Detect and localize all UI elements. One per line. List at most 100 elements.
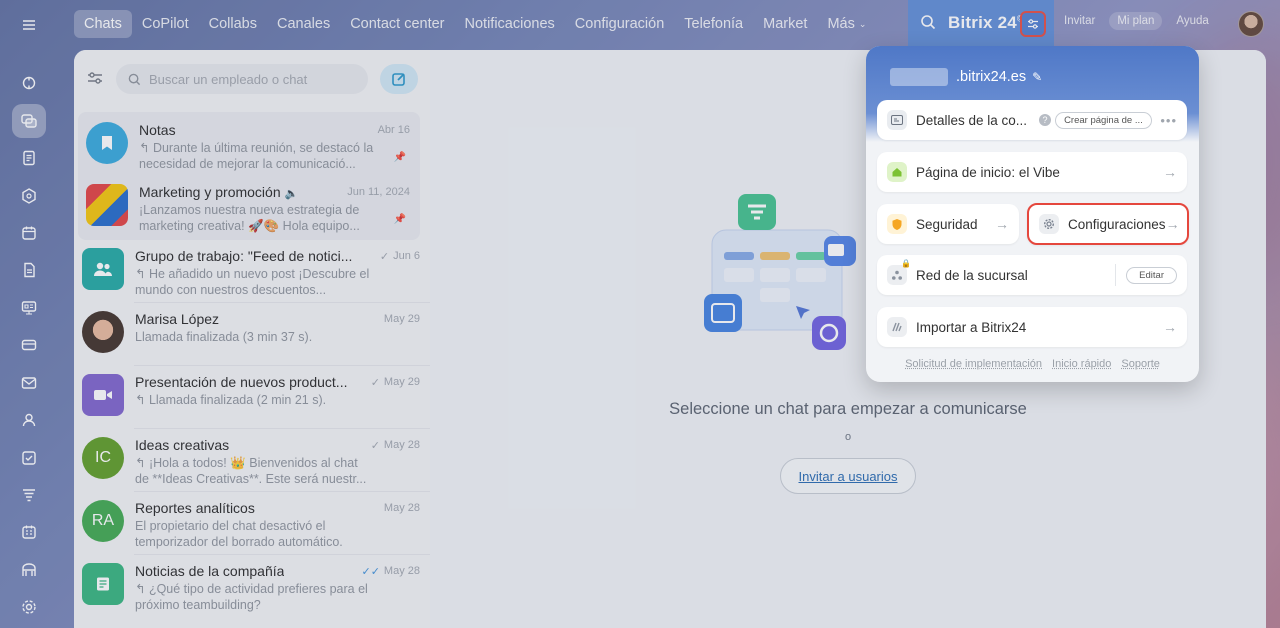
menu-icon[interactable]	[12, 8, 46, 42]
documents-icon[interactable]	[12, 141, 46, 175]
double-check-icon: ✓✓	[361, 565, 379, 578]
invite-link[interactable]: Invitar	[1056, 12, 1103, 30]
chat-name: Reportes analíticos	[135, 500, 255, 516]
top-right-links: Invitar Mi plan Ayuda	[1056, 12, 1217, 30]
chat-name: Ideas creativas	[135, 437, 229, 453]
nav-telefonia[interactable]: Telefonía	[674, 10, 753, 38]
chat-name: Noticias de la compañía	[135, 563, 284, 579]
compose-button[interactable]	[380, 64, 418, 94]
nav-chats[interactable]: Chats	[74, 10, 132, 38]
chat-date-text: May 28	[384, 565, 420, 577]
employees-icon[interactable]	[12, 403, 46, 437]
support-link[interactable]: Soporte	[1121, 358, 1160, 370]
user-avatar[interactable]	[1238, 11, 1264, 37]
portal-domain: .bitrix24.es	[956, 69, 1026, 85]
chat-date: Abr 16	[378, 124, 410, 136]
mute-icon: 🔈	[285, 188, 299, 200]
check-icon: ✓	[371, 376, 380, 389]
arrow-right-icon: →	[1163, 164, 1177, 180]
chat-name: Marketing y promoción 🔈	[139, 184, 298, 200]
nav-canales[interactable]: Canales	[267, 10, 340, 38]
chat-preview: ↰ Llamada finalizada (2 min 21 s).	[135, 392, 375, 424]
feed-icon[interactable]	[12, 66, 46, 100]
pinned-chats: Notas Abr 16 ↰ Durante la última reunión,…	[78, 112, 420, 240]
chat-preview: El propietario del chat desactivó el tem…	[135, 518, 375, 550]
home-icon	[887, 162, 907, 182]
store-icon[interactable]	[12, 553, 46, 587]
nav-more[interactable]: Más ⌄	[817, 10, 876, 38]
search-box[interactable]	[116, 64, 368, 94]
portal-name-redacted	[890, 68, 948, 86]
search-input[interactable]	[149, 72, 349, 87]
help-icon[interactable]: ?	[1039, 114, 1051, 126]
funnel-icon[interactable]	[12, 478, 46, 512]
portal-settings-button[interactable]	[1020, 11, 1046, 37]
file-icon[interactable]	[12, 253, 46, 287]
filter-icon[interactable]	[86, 69, 104, 90]
schedule-icon[interactable]	[12, 515, 46, 549]
nav-notificaciones[interactable]: Notificaciones	[455, 10, 565, 38]
settings-card[interactable]: Configuraciones →	[1027, 203, 1189, 245]
implementation-request-link[interactable]: Solicitud de implementación	[905, 358, 1042, 370]
branch-network-card[interactable]: 🔒 Red de la sucursal Editar	[877, 255, 1187, 295]
chat-row[interactable]: Marketing y promoción 🔈 Jun 11, 2024 ¡Lan…	[78, 176, 420, 238]
chat-row[interactable]: Marisa López May 29 Llamada finalizada (3…	[74, 303, 430, 365]
initials-avatar: RA	[82, 500, 124, 542]
chat-row[interactable]: Notas Abr 16 ↰ Durante la última reunión,…	[78, 114, 420, 176]
brand-logo[interactable]: Bitrix 24©	[948, 13, 1024, 33]
chat-date: ✓ May 29	[371, 376, 420, 389]
chat-row[interactable]: IC Ideas creativas ✓ May 28 ↰ ¡Hola a todo…	[74, 429, 430, 491]
chat-row[interactable]: Presentación de nuevos product... ✓ May 29…	[74, 366, 430, 428]
mail-icon[interactable]	[12, 366, 46, 400]
board-icon[interactable]	[12, 291, 46, 325]
chat-date-text: May 29	[384, 376, 420, 388]
id-card-icon	[887, 110, 907, 130]
check-icon: ✓	[371, 439, 380, 452]
user-photo	[82, 311, 124, 353]
chats-icon[interactable]	[12, 104, 46, 138]
company-details-card[interactable]: Detalles de la co... ? Crear página de .…	[877, 100, 1187, 140]
chat-name: Notas	[139, 122, 176, 138]
tasks-icon[interactable]	[12, 441, 46, 475]
chat-date: Jun 11, 2024	[347, 186, 410, 198]
card-icon[interactable]	[12, 328, 46, 362]
pencil-icon[interactable]: ✎	[1032, 70, 1042, 84]
quick-start-link[interactable]: Inicio rápido	[1052, 358, 1111, 370]
chat-row[interactable]: Grupo de trabajo: "Feed de notici... ✓ Jun…	[74, 240, 430, 302]
empty-state-or: o	[430, 431, 1266, 443]
crm-icon[interactable]	[12, 179, 46, 213]
nav-market[interactable]: Market	[753, 10, 817, 38]
separator	[1115, 264, 1116, 286]
arrow-right-icon: →	[1166, 216, 1180, 232]
marketing-avatar	[86, 184, 128, 226]
my-plan-link[interactable]: Mi plan	[1109, 12, 1162, 30]
portal-settings-popup: .bitrix24.es ✎ Detalles de la co... ? Cr…	[866, 46, 1199, 382]
nav-collabs[interactable]: Collabs	[199, 10, 267, 38]
left-rail	[0, 0, 58, 628]
import-card[interactable]: Importar a Bitrix24 →	[877, 307, 1187, 347]
nav-contact-center[interactable]: Contact center	[340, 10, 454, 38]
nav-configuracion[interactable]: Configuración	[565, 10, 674, 38]
lock-icon: 🔒	[901, 259, 911, 268]
chat-preview: ↰ ¡Hola a todos! 👑 Bienvenidos al chat d…	[135, 455, 375, 487]
invite-users-button[interactable]: Invitar a usuarios	[780, 458, 916, 494]
help-link[interactable]: Ayuda	[1168, 12, 1216, 30]
security-card[interactable]: Seguridad →	[877, 204, 1019, 244]
chat-date: ✓ May 28	[371, 439, 420, 452]
chat-list-panel: Notas Abr 16 ↰ Durante la última reunión,…	[74, 50, 430, 628]
video-icon	[82, 374, 124, 416]
settings-gear-icon[interactable]	[12, 590, 46, 624]
chat-row[interactable]: Noticias de la compañía ✓✓ May 28 ↰ ¿Qué t…	[74, 555, 430, 617]
search-icon[interactable]	[920, 14, 936, 33]
create-page-button[interactable]: Crear página de ...	[1055, 112, 1152, 129]
news-icon	[82, 563, 124, 605]
settings-label: Configuraciones	[1068, 217, 1166, 232]
nav-copilot[interactable]: CoPilot	[132, 10, 199, 38]
group-icon	[82, 248, 124, 290]
chat-row[interactable]: RA Reportes analíticos May 28 El propieta…	[74, 492, 430, 554]
calendar-icon[interactable]	[12, 216, 46, 250]
sliders-icon	[1026, 17, 1040, 31]
edit-button[interactable]: Editar	[1126, 267, 1177, 284]
homepage-card[interactable]: Página de inicio: el Vibe →	[877, 152, 1187, 192]
more-icon[interactable]: •••	[1160, 113, 1177, 128]
